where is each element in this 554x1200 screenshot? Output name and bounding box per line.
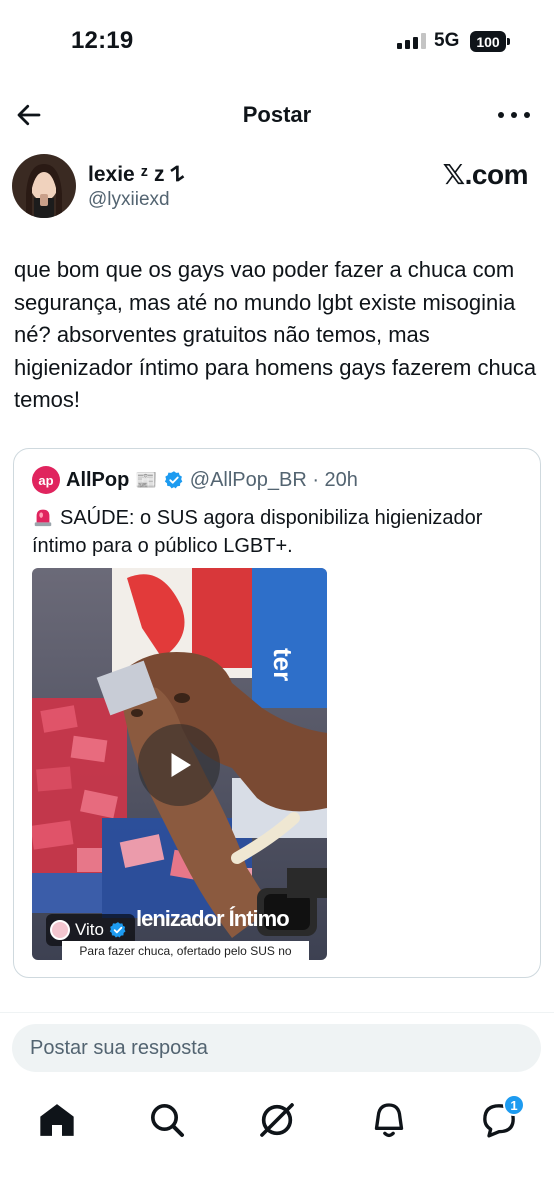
- post-text: que bom que os gays vao poder fazer a ch…: [14, 257, 537, 412]
- video-thumbnail[interactable]: ter lenizador Íntimo Vito Para fazer chu…: [32, 568, 327, 960]
- x-logo: 𝕏.com: [442, 159, 529, 190]
- more-options-icon[interactable]: [498, 102, 530, 128]
- svg-text:ter: ter: [268, 648, 298, 681]
- play-button[interactable]: [138, 724, 220, 806]
- divider: [0, 1012, 554, 1013]
- quoted-handle-time: @AllPop_BR · 20h: [189, 468, 358, 491]
- author-display-name[interactable]: lexie ᶻ z 𐰁: [88, 160, 184, 188]
- newspaper-emoji: 📰: [135, 469, 158, 490]
- status-time: 12:19: [71, 27, 134, 54]
- battery-level: 100: [476, 33, 500, 50]
- messages-badge: 1: [503, 1094, 525, 1116]
- home-icon[interactable]: [37, 1100, 77, 1140]
- siren-icon: [34, 509, 52, 527]
- grok-icon[interactable]: [257, 1100, 297, 1140]
- quoted-post-header: ap AllPop 📰 @AllPop_BR · 20h: [32, 466, 358, 494]
- page-title: Postar: [242, 102, 312, 127]
- verified-badge-icon: [109, 922, 126, 938]
- video-author-avatar: [50, 920, 70, 940]
- play-icon: [171, 753, 191, 777]
- video-author-name: Vito: [75, 920, 104, 939]
- search-icon[interactable]: [147, 1100, 187, 1140]
- notifications-bell-icon[interactable]: [369, 1100, 409, 1140]
- verified-badge-icon: [164, 471, 183, 489]
- video-caption-subtitle: Para fazer chuca, ofertado pelo SUS no: [62, 941, 309, 960]
- quoted-author-avatar[interactable]: ap: [32, 466, 60, 494]
- bottom-nav: 1: [0, 1092, 554, 1148]
- battery-icon: 100: [470, 31, 510, 52]
- author-handle[interactable]: @lyxiiexd: [88, 189, 170, 211]
- network-label: 5G: [434, 30, 460, 51]
- quoted-author-name[interactable]: AllPop: [66, 469, 129, 492]
- signal-icon: [397, 33, 426, 49]
- messages-nav[interactable]: 1: [479, 1094, 525, 1140]
- status-bar: 12:19 5G 100: [0, 0, 554, 84]
- quoted-post-card[interactable]: ap AllPop 📰 @AllPop_BR · 20h SAÚDE: o SU…: [13, 448, 541, 978]
- quoted-post-text-block: SAÚDE: o SUS agora disponibiliza higieni…: [32, 504, 527, 560]
- quoted-post-text: SAÚDE: o SUS agora disponibiliza higieni…: [32, 507, 483, 557]
- top-header: Postar: [0, 90, 554, 140]
- reply-input[interactable]: Postar sua resposta: [12, 1024, 541, 1072]
- author-avatar[interactable]: [12, 154, 76, 218]
- video-caption-title: lenizador Íntimo: [136, 906, 290, 931]
